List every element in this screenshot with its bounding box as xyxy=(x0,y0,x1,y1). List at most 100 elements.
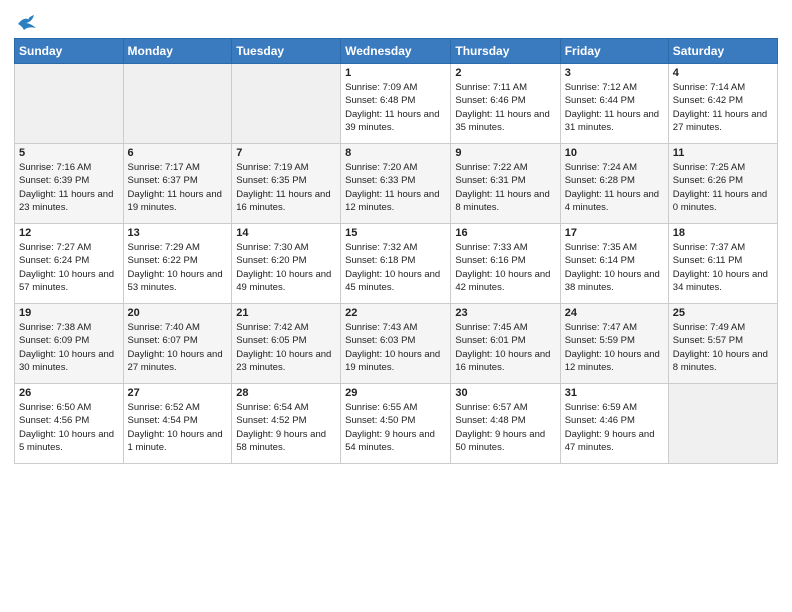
day-number: 6 xyxy=(128,147,228,159)
day-number: 16 xyxy=(455,227,555,239)
calendar-cell: 9 Sunrise: 7:22 AM Sunset: 6:31 PM Daylig… xyxy=(451,144,560,224)
day-number: 13 xyxy=(128,227,228,239)
day-info: Sunrise: 6:54 AM Sunset: 4:52 PM Dayligh… xyxy=(236,401,336,454)
day-info: Sunrise: 7:32 AM Sunset: 6:18 PM Dayligh… xyxy=(345,241,446,294)
calendar-cell: 8 Sunrise: 7:20 AM Sunset: 6:33 PM Daylig… xyxy=(341,144,451,224)
day-info: Sunrise: 7:17 AM Sunset: 6:37 PM Dayligh… xyxy=(128,161,228,214)
day-info: Sunrise: 6:59 AM Sunset: 4:46 PM Dayligh… xyxy=(565,401,664,454)
day-info: Sunrise: 7:25 AM Sunset: 6:26 PM Dayligh… xyxy=(673,161,773,214)
day-number: 2 xyxy=(455,67,555,79)
calendar-cell: 30 Sunrise: 6:57 AM Sunset: 4:48 PM Dayli… xyxy=(451,384,560,464)
calendar-cell: 5 Sunrise: 7:16 AM Sunset: 6:39 PM Daylig… xyxy=(15,144,124,224)
calendar-cell: 17 Sunrise: 7:35 AM Sunset: 6:14 PM Dayli… xyxy=(560,224,668,304)
calendar-cell: 14 Sunrise: 7:30 AM Sunset: 6:20 PM Dayli… xyxy=(232,224,341,304)
day-number: 27 xyxy=(128,387,228,399)
day-info: Sunrise: 7:12 AM Sunset: 6:44 PM Dayligh… xyxy=(565,81,664,134)
day-info: Sunrise: 7:20 AM Sunset: 6:33 PM Dayligh… xyxy=(345,161,446,214)
day-info: Sunrise: 7:38 AM Sunset: 6:09 PM Dayligh… xyxy=(19,321,119,374)
day-number: 20 xyxy=(128,307,228,319)
day-info: Sunrise: 7:14 AM Sunset: 6:42 PM Dayligh… xyxy=(673,81,773,134)
calendar-cell: 7Sunrise: 7:19 AM Sunset: 6:35 PM Daylig… xyxy=(232,144,341,224)
day-info: Sunrise: 6:55 AM Sunset: 4:50 PM Dayligh… xyxy=(345,401,446,454)
day-number: 11 xyxy=(673,147,773,159)
logo xyxy=(14,14,38,32)
day-info: Sunrise: 7:19 AM Sunset: 6:35 PM Dayligh… xyxy=(236,161,336,214)
calendar-cell: 24 Sunrise: 7:47 AM Sunset: 5:59 PM Dayli… xyxy=(560,304,668,384)
day-info: Sunrise: 7:49 AM Sunset: 5:57 PM Dayligh… xyxy=(673,321,773,374)
weekday-header-sunday: Sunday xyxy=(15,39,124,64)
day-info: Sunrise: 7:29 AM Sunset: 6:22 PM Dayligh… xyxy=(128,241,228,294)
day-info: Sunrise: 7:27 AM Sunset: 6:24 PM Dayligh… xyxy=(19,241,119,294)
day-info: Sunrise: 7:45 AM Sunset: 6:01 PM Dayligh… xyxy=(455,321,555,374)
day-info: Sunrise: 7:33 AM Sunset: 6:16 PM Dayligh… xyxy=(455,241,555,294)
day-info: Sunrise: 7:47 AM Sunset: 5:59 PM Dayligh… xyxy=(565,321,664,374)
weekday-header-tuesday: Tuesday xyxy=(232,39,341,64)
calendar-week-row: 12 Sunrise: 7:27 AM Sunset: 6:24 PM Dayli… xyxy=(15,224,778,304)
weekday-header-saturday: Saturday xyxy=(668,39,777,64)
calendar-cell: 10 Sunrise: 7:24 AM Sunset: 6:28 PM Dayli… xyxy=(560,144,668,224)
calendar-cell: 23 Sunrise: 7:45 AM Sunset: 6:01 PM Dayli… xyxy=(451,304,560,384)
weekday-header-thursday: Thursday xyxy=(451,39,560,64)
calendar-cell: 11 Sunrise: 7:25 AM Sunset: 6:26 PM Dayli… xyxy=(668,144,777,224)
calendar-cell: 12 Sunrise: 7:27 AM Sunset: 6:24 PM Dayli… xyxy=(15,224,124,304)
day-number: 5 xyxy=(19,147,119,159)
day-number: 25 xyxy=(673,307,773,319)
calendar-week-row: 1Sunrise: 7:09 AM Sunset: 6:48 PM Daylig… xyxy=(15,64,778,144)
page-header xyxy=(14,10,778,32)
day-number: 1 xyxy=(345,67,446,79)
calendar-cell xyxy=(123,64,232,144)
day-number: 15 xyxy=(345,227,446,239)
day-info: Sunrise: 7:40 AM Sunset: 6:07 PM Dayligh… xyxy=(128,321,228,374)
calendar-cell: 25 Sunrise: 7:49 AM Sunset: 5:57 PM Dayli… xyxy=(668,304,777,384)
day-number: 9 xyxy=(455,147,555,159)
calendar-week-row: 26 Sunrise: 6:50 AM Sunset: 4:56 PM Dayli… xyxy=(15,384,778,464)
day-number: 8 xyxy=(345,147,446,159)
calendar-cell: 28Sunrise: 6:54 AM Sunset: 4:52 PM Dayli… xyxy=(232,384,341,464)
calendar-cell: 22 Sunrise: 7:43 AM Sunset: 6:03 PM Dayli… xyxy=(341,304,451,384)
day-info: Sunrise: 7:16 AM Sunset: 6:39 PM Dayligh… xyxy=(19,161,119,214)
calendar-cell: 21Sunrise: 7:42 AM Sunset: 6:05 PM Dayli… xyxy=(232,304,341,384)
day-number: 12 xyxy=(19,227,119,239)
weekday-header-monday: Monday xyxy=(123,39,232,64)
calendar-cell: 1Sunrise: 7:09 AM Sunset: 6:48 PM Daylig… xyxy=(341,64,451,144)
day-number: 24 xyxy=(565,307,664,319)
calendar-cell: 4 Sunrise: 7:14 AM Sunset: 6:42 PM Daylig… xyxy=(668,64,777,144)
day-number: 26 xyxy=(19,387,119,399)
day-info: Sunrise: 6:50 AM Sunset: 4:56 PM Dayligh… xyxy=(19,401,119,454)
calendar-week-row: 19Sunrise: 7:38 AM Sunset: 6:09 PM Dayli… xyxy=(15,304,778,384)
day-number: 18 xyxy=(673,227,773,239)
calendar-cell: 13 Sunrise: 7:29 AM Sunset: 6:22 PM Dayli… xyxy=(123,224,232,304)
calendar-cell: 29 Sunrise: 6:55 AM Sunset: 4:50 PM Dayli… xyxy=(341,384,451,464)
calendar-header-row: SundayMondayTuesdayWednesdayThursdayFrid… xyxy=(15,39,778,64)
day-info: Sunrise: 7:24 AM Sunset: 6:28 PM Dayligh… xyxy=(565,161,664,214)
day-number: 14 xyxy=(236,227,336,239)
calendar-week-row: 5 Sunrise: 7:16 AM Sunset: 6:39 PM Daylig… xyxy=(15,144,778,224)
calendar-cell: 15 Sunrise: 7:32 AM Sunset: 6:18 PM Dayli… xyxy=(341,224,451,304)
day-number: 10 xyxy=(565,147,664,159)
day-number: 17 xyxy=(565,227,664,239)
day-info: Sunrise: 7:37 AM Sunset: 6:11 PM Dayligh… xyxy=(673,241,773,294)
day-number: 31 xyxy=(565,387,664,399)
day-number: 21 xyxy=(236,307,336,319)
calendar-cell: 18 Sunrise: 7:37 AM Sunset: 6:11 PM Dayli… xyxy=(668,224,777,304)
day-number: 29 xyxy=(345,387,446,399)
day-info: Sunrise: 7:30 AM Sunset: 6:20 PM Dayligh… xyxy=(236,241,336,294)
weekday-header-wednesday: Wednesday xyxy=(341,39,451,64)
calendar-cell xyxy=(232,64,341,144)
calendar-cell: 6 Sunrise: 7:17 AM Sunset: 6:37 PM Daylig… xyxy=(123,144,232,224)
day-info: Sunrise: 7:22 AM Sunset: 6:31 PM Dayligh… xyxy=(455,161,555,214)
calendar-table: SundayMondayTuesdayWednesdayThursdayFrid… xyxy=(14,38,778,464)
day-info: Sunrise: 6:57 AM Sunset: 4:48 PM Dayligh… xyxy=(455,401,555,454)
calendar-cell: 27 Sunrise: 6:52 AM Sunset: 4:54 PM Dayli… xyxy=(123,384,232,464)
calendar-cell xyxy=(668,384,777,464)
calendar-cell: 31 Sunrise: 6:59 AM Sunset: 4:46 PM Dayli… xyxy=(560,384,668,464)
day-number: 22 xyxy=(345,307,446,319)
day-info: Sunrise: 7:43 AM Sunset: 6:03 PM Dayligh… xyxy=(345,321,446,374)
calendar-cell: 2Sunrise: 7:11 AM Sunset: 6:46 PM Daylig… xyxy=(451,64,560,144)
day-number: 30 xyxy=(455,387,555,399)
day-number: 4 xyxy=(673,67,773,79)
calendar-cell: 26 Sunrise: 6:50 AM Sunset: 4:56 PM Dayli… xyxy=(15,384,124,464)
day-number: 23 xyxy=(455,307,555,319)
day-info: Sunrise: 6:52 AM Sunset: 4:54 PM Dayligh… xyxy=(128,401,228,454)
day-info: Sunrise: 7:35 AM Sunset: 6:14 PM Dayligh… xyxy=(565,241,664,294)
